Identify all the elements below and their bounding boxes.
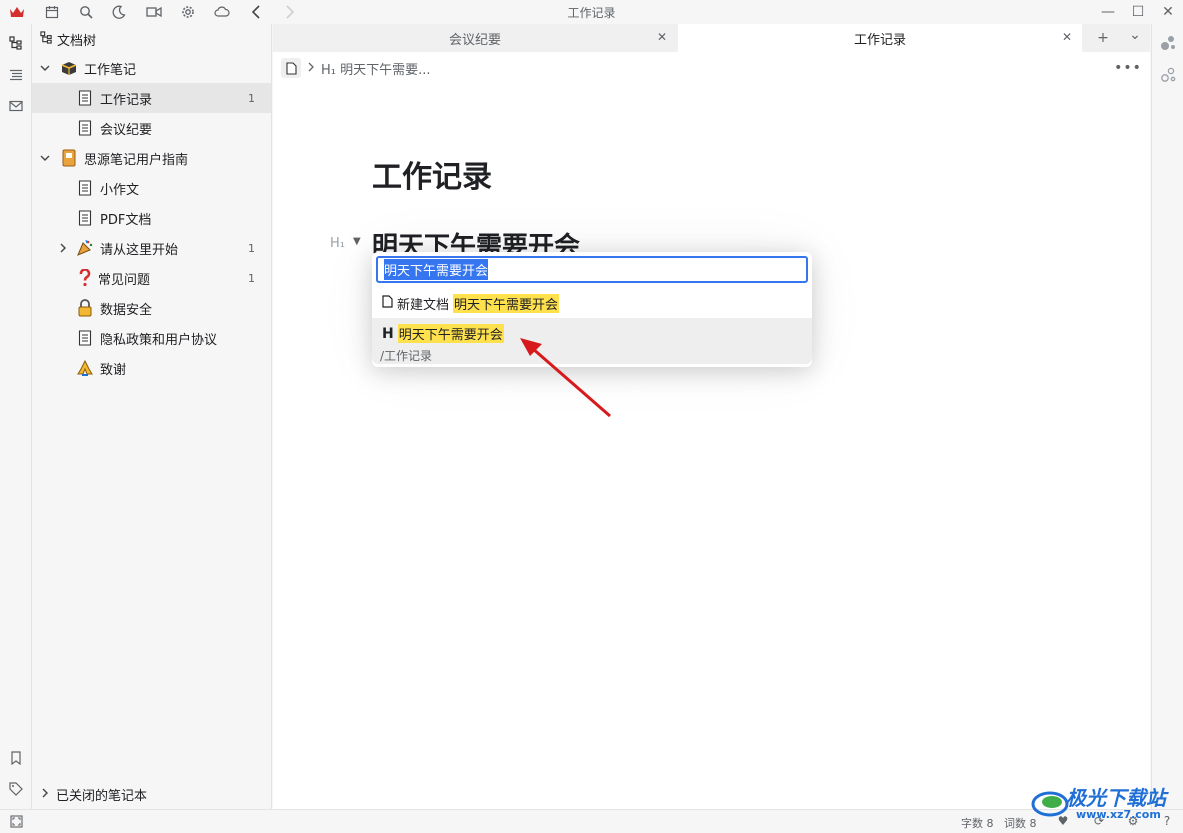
- tab-bar: 会议纪要 ✕ 工作记录 ✕ + ⌄: [273, 24, 1150, 52]
- new-document-highlight: 明天下午需要开会: [453, 293, 560, 313]
- file-tree-panel: 文档树 工作笔记 工作记录 1 会议纪要 思源笔记用户指南 小作文 PDF文档 …: [32, 24, 272, 809]
- tree-item-start-here[interactable]: 请从这里开始 1: [32, 233, 271, 263]
- heading-level-marker[interactable]: H₁: [330, 236, 345, 251]
- document-icon: [76, 209, 94, 227]
- tree-item-thanks[interactable]: 致谢: [32, 353, 271, 383]
- tree-item-label: 小作文: [100, 182, 140, 198]
- closed-notebooks-label: 已关闭的笔记本: [56, 788, 148, 804]
- new-document-option[interactable]: 新建文档 明天下午需要开会: [372, 288, 812, 318]
- tab-meeting-minutes[interactable]: 会议纪要 ✕: [273, 24, 677, 52]
- left-dock: [0, 24, 32, 809]
- watermark-logo-icon: [1031, 791, 1069, 817]
- heading-result-text: 明天下午需要开会: [397, 324, 504, 343]
- heading-h-icon: H: [382, 325, 394, 342]
- document-icon: [76, 119, 94, 137]
- heading-result-path: /工作记录: [380, 349, 433, 363]
- chevron-right-icon[interactable]: [40, 787, 50, 802]
- document-icon: [382, 294, 393, 312]
- chevron-right-icon[interactable]: [56, 241, 70, 255]
- ref-count: 1: [248, 241, 255, 255]
- block-reference-popup: 明天下午需要开会 新建文档 明天下午需要开会 H 明天下午需要开会 /工作记录: [372, 252, 812, 367]
- tag-icon[interactable]: [7, 780, 25, 798]
- tab-list-dropdown[interactable]: ⌄: [1125, 25, 1145, 45]
- close-tab-icon[interactable]: ✕: [1060, 30, 1074, 44]
- watermark-url: www.xz7.com: [1076, 808, 1161, 821]
- tab-label: 工作记录: [853, 32, 906, 48]
- breadcrumb: H₁ 明天下午需要...: [281, 58, 431, 78]
- tree-item-work-log[interactable]: 工作记录 1: [32, 83, 271, 113]
- site-watermark: 极光下载站 www.xz7.com: [1030, 780, 1180, 825]
- char-count: 字数 8: [961, 817, 994, 830]
- title-bar: 工作记录 — ☐ ✕: [0, 0, 1183, 24]
- praying-hands-icon: [76, 359, 94, 377]
- ref-count: 1: [248, 271, 255, 285]
- heading-result-option[interactable]: H 明天下午需要开会 /工作记录: [372, 318, 812, 364]
- window-title: 工作记录: [567, 6, 616, 20]
- tree-item-label: 工作笔记: [84, 62, 137, 78]
- document-icon[interactable]: [281, 58, 301, 78]
- popup-input-selected-text: 明天下午需要开会: [384, 259, 489, 280]
- popup-search-input[interactable]: 明天下午需要开会: [376, 256, 808, 283]
- close-tab-icon[interactable]: ✕: [655, 30, 669, 44]
- tree-item-label: 隐私政策和用户协议: [100, 332, 218, 348]
- watermark-text: 极光下载站: [1066, 786, 1166, 810]
- tree-item-label: 思源笔记用户指南: [84, 152, 189, 168]
- tree-item-meeting-minutes[interactable]: 会议纪要: [32, 113, 271, 143]
- tree-item-data-security[interactable]: 数据安全: [32, 293, 271, 323]
- tab-label: 会议纪要: [448, 32, 501, 48]
- new-tab-button[interactable]: +: [1093, 28, 1113, 48]
- file-tree-header: 文档树: [40, 30, 97, 49]
- graph-view-icon[interactable]: [1159, 66, 1177, 84]
- close-window-button[interactable]: ✕: [1156, 2, 1180, 22]
- tree-item-essay[interactable]: 小作文: [32, 173, 271, 203]
- tab-work-log[interactable]: 工作记录 ✕: [678, 24, 1082, 52]
- status-bar: 字数 8 词数 8 ♥ ⟳ ⚙ ?: [0, 809, 1183, 833]
- file-tree-title: 文档树: [57, 33, 97, 49]
- bookmark-icon[interactable]: [7, 749, 25, 767]
- tree-item-faq[interactable]: 常见问题 1: [32, 263, 271, 293]
- notebook-work-notes[interactable]: 工作笔记: [32, 53, 271, 83]
- tree-item-privacy[interactable]: 隐私政策和用户协议: [32, 323, 271, 353]
- closed-notebooks[interactable]: 已关闭的笔记本: [40, 785, 148, 804]
- chevron-right-icon: [307, 61, 315, 76]
- notebook-user-guide[interactable]: 思源笔记用户指南: [32, 143, 271, 173]
- ref-count: 1: [248, 91, 255, 105]
- dock-toggle-icon[interactable]: [9, 814, 23, 828]
- editor-area[interactable]: H₁ 明天下午需要... ••• 工作记录 H₁ ▼ 明天下午需要开会: [273, 52, 1150, 809]
- tree-item-label: 致谢: [100, 362, 127, 378]
- tree-item-label: 数据安全: [100, 302, 153, 318]
- tree-item-label: 常见问题: [98, 272, 151, 288]
- more-options-icon[interactable]: •••: [1114, 60, 1141, 76]
- document-icon: [76, 89, 94, 107]
- minimize-button[interactable]: —: [1096, 2, 1120, 22]
- chevron-down-icon[interactable]: [38, 151, 52, 165]
- notebook-book-icon: [60, 149, 78, 167]
- file-tree-icon[interactable]: [7, 34, 25, 52]
- maximize-button[interactable]: ☐: [1126, 2, 1150, 22]
- file-tree-icon: [40, 30, 53, 48]
- document-icon: [76, 329, 94, 347]
- backlinks-icon[interactable]: [1159, 34, 1177, 52]
- lock-icon: [76, 299, 94, 317]
- outline-icon[interactable]: [7, 66, 25, 84]
- new-document-label: 新建文档: [397, 297, 450, 313]
- tree-item-label: PDF文档: [100, 212, 152, 228]
- document-title[interactable]: 工作记录: [372, 152, 492, 196]
- tree-item-pdf[interactable]: PDF文档: [32, 203, 271, 233]
- inbox-icon[interactable]: [7, 97, 25, 115]
- breadcrumb-heading[interactable]: H₁ 明天下午需要...: [321, 59, 431, 78]
- tree-item-label: 工作记录: [100, 92, 153, 108]
- question-mark-icon: [76, 269, 94, 287]
- notebook-box-icon: [60, 59, 78, 77]
- document-icon: [76, 179, 94, 197]
- tree-item-label: 请从这里开始: [100, 242, 179, 258]
- tree-item-label: 会议纪要: [100, 122, 153, 138]
- chevron-down-icon[interactable]: [38, 61, 52, 75]
- right-dock: [1151, 24, 1183, 809]
- fold-triangle-icon[interactable]: ▼: [353, 236, 361, 247]
- party-popper-icon: [76, 239, 94, 257]
